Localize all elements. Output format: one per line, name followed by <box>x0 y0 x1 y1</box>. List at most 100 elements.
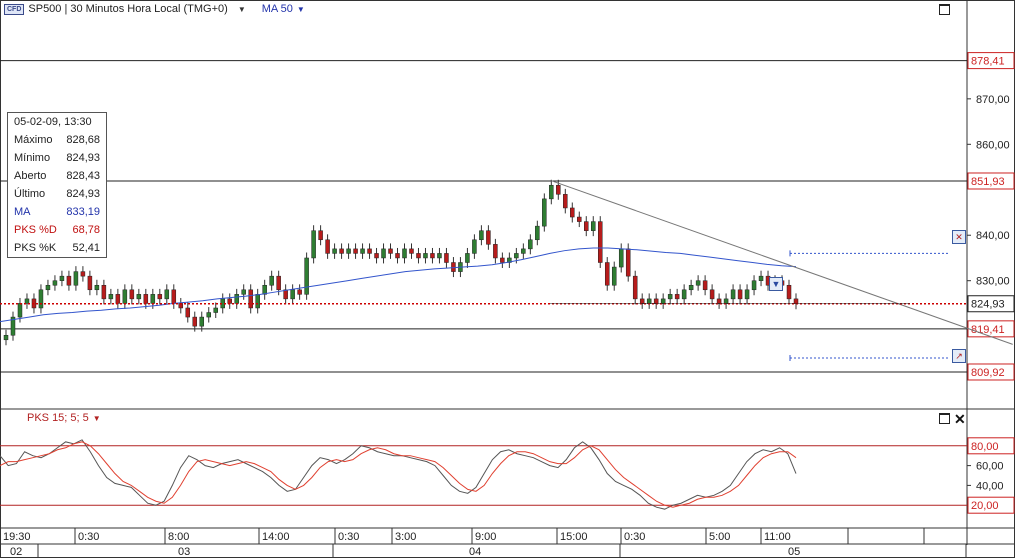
candle-body <box>695 280 701 286</box>
candle-body <box>311 230 316 259</box>
candle-body <box>213 307 218 313</box>
x-date-label: 02 <box>10 546 22 558</box>
candle-body <box>346 248 351 254</box>
candle-body <box>618 248 624 268</box>
candle-body <box>402 248 407 259</box>
stoch-k-line <box>0 439 797 510</box>
candle-body <box>409 248 414 254</box>
y-tick-label: 830,00 <box>976 276 1010 288</box>
candle-body <box>563 194 568 209</box>
x-tick-label: 0:30 <box>338 531 359 543</box>
candle-body <box>297 289 302 295</box>
candle-body <box>227 298 232 304</box>
candle-body <box>171 289 177 304</box>
candle-body <box>639 298 645 304</box>
candle-body <box>597 221 603 263</box>
candle-body <box>241 289 246 295</box>
candle-body <box>535 225 540 241</box>
level-label: 819,41 <box>971 324 1005 336</box>
candle-body <box>430 253 435 259</box>
candle-body <box>465 253 470 263</box>
info-value: 824,93 <box>66 152 100 164</box>
candle-body <box>325 239 330 254</box>
candle-body <box>737 289 743 300</box>
candle-body <box>206 312 211 318</box>
x-tick-label: 5:00 <box>709 531 730 543</box>
candle-body <box>591 221 596 231</box>
candle-body <box>3 335 9 341</box>
candle-body <box>667 294 673 300</box>
candle-body <box>570 207 575 218</box>
level-label: 878,41 <box>971 56 1005 68</box>
x-tick-label: 9:00 <box>475 531 496 543</box>
candle-body <box>388 248 393 254</box>
ma-dropdown-icon[interactable]: ▼ <box>297 5 305 14</box>
info-value: 828,68 <box>66 134 100 146</box>
x-tick-label: 0:30 <box>624 531 645 543</box>
info-row-ma: MA 833,19 <box>8 203 106 221</box>
candle-body <box>549 184 554 200</box>
candle-body <box>80 271 86 277</box>
candle-body <box>45 284 51 291</box>
candle-body <box>486 230 491 245</box>
indicator-header: PKS 15; 5; 5 ▼ <box>27 412 101 424</box>
candle-body <box>451 262 456 272</box>
outer-frame <box>0 0 1015 558</box>
x-date-label: 04 <box>469 546 481 558</box>
candle-body <box>702 280 708 291</box>
ma-indicator-label[interactable]: MA 50 <box>262 3 293 15</box>
candle-body <box>24 298 30 304</box>
target-flag-icon-lower[interactable]: ↗ <box>952 349 966 363</box>
x-date-label: 03 <box>178 546 190 558</box>
candle-body <box>709 289 715 300</box>
candle-body <box>674 294 680 300</box>
candle-body <box>59 275 65 281</box>
y-tick-label: 860,00 <box>976 139 1010 151</box>
y-tick-label: 60,00 <box>976 461 1004 473</box>
data-window: 05-02-09, 13:30 Máximo 828,68 Mínimo 824,9… <box>7 112 107 258</box>
candle-body <box>164 289 170 300</box>
candle-body <box>276 275 281 291</box>
candle-body <box>73 271 79 286</box>
candle-body <box>360 248 365 254</box>
candle-body <box>136 294 142 300</box>
candle-body <box>423 253 428 259</box>
candle-body <box>688 284 694 291</box>
y-tick-label: 870,00 <box>976 94 1010 106</box>
maximize-indicator-pane-icon[interactable] <box>939 413 950 424</box>
candle-body <box>248 289 253 309</box>
info-row-low: Mínimo 824,93 <box>8 149 106 167</box>
level-label: 80,00 <box>971 441 999 453</box>
y-tick-label: 40,00 <box>976 480 1004 492</box>
candle-body <box>751 280 757 291</box>
info-row-pks-d: PKS %D 68,78 <box>8 221 106 239</box>
symbol-title[interactable]: SP500 | 30 Minutos Hora Local (TMG+0) <box>28 3 227 15</box>
x-tick-label: 3:00 <box>395 531 416 543</box>
target-flag-icon-upper[interactable]: ✕ <box>952 230 966 244</box>
x-tick-label: 8:00 <box>168 531 189 543</box>
indicator-dropdown-icon[interactable]: ▼ <box>93 414 101 423</box>
candle-body <box>199 316 205 327</box>
info-label: Mínimo <box>14 152 51 164</box>
x-tick-label: 0:30 <box>78 531 99 543</box>
info-label: MA <box>14 206 31 218</box>
symbol-dropdown-icon[interactable]: ▼ <box>238 5 246 14</box>
chart-canvas: 870,00 860,00 840,00 830,00 878,41 851,93 819,… <box>0 0 1015 558</box>
candle-body <box>646 298 652 304</box>
candle-body <box>514 253 519 259</box>
x-tick-label: 14:00 <box>262 531 290 543</box>
info-label: Máximo <box>14 134 53 146</box>
indicator-label[interactable]: PKS 15; 5; 5 <box>27 412 89 424</box>
close-indicator-pane-icon[interactable]: ✕ <box>954 412 966 426</box>
stoch-d-line <box>0 441 797 508</box>
candle-body <box>479 230 484 241</box>
info-label: PKS %K <box>14 242 57 254</box>
candle-body <box>584 221 589 231</box>
order-marker-icon[interactable]: ▼ <box>769 277 783 291</box>
candle-body <box>437 253 442 259</box>
cfd-badge: CFD <box>4 3 25 15</box>
candle-body <box>38 289 44 309</box>
candle-body <box>101 284 107 300</box>
maximize-main-pane-icon[interactable] <box>939 4 950 15</box>
candle-body <box>542 198 547 227</box>
